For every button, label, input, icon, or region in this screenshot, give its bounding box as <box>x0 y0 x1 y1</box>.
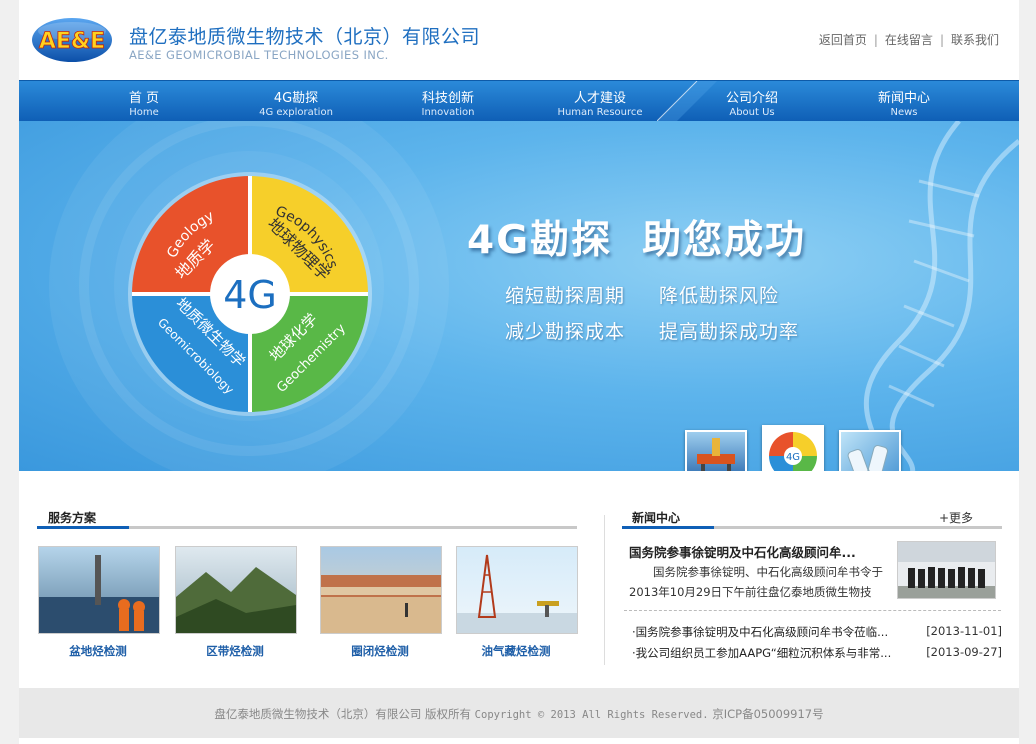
nav-label-cn: 4G勘探 <box>273 91 319 106</box>
nav-label-en: Home <box>129 107 159 118</box>
service-label-zone[interactable]: 区带烃检测 <box>175 643 295 659</box>
news-title-underline <box>622 526 1002 529</box>
service-label-trap[interactable]: 圈闭烃检测 <box>320 643 440 659</box>
service-image-trap[interactable] <box>320 546 442 634</box>
nav-label-cn: 首 页 <box>128 91 160 106</box>
slogan-right: 助您成功 <box>642 218 807 263</box>
link-contact[interactable]: 联系我们 <box>951 33 999 47</box>
nav-label-en: About Us <box>729 107 775 118</box>
mini-4g-wheel-icon: 4G <box>769 432 817 471</box>
link-home[interactable]: 返回首页 <box>819 33 867 47</box>
news-featured-title[interactable]: 国务院参事徐锭明及中石化高级顾问牟... <box>629 542 856 561</box>
service-label-basin[interactable]: 盆地烃检测 <box>38 643 158 659</box>
nav-4g-exploration[interactable]: 4G勘探 4G exploration <box>221 81 371 121</box>
news-title: 新闻中心 <box>632 511 681 525</box>
nav-label-en: News <box>890 107 918 118</box>
banner-sub-line: 缩短勘探周期 <box>505 285 626 307</box>
banner-thumb-4g[interactable]: 4G <box>762 425 824 471</box>
company-logo[interactable]: AE&E <box>31 17 113 63</box>
company-name-en: AE&E GEOMICROBIAL TECHNOLOGIES INC. <box>129 48 389 62</box>
service-label-reservoir[interactable]: 油气藏烃检测 <box>456 643 576 659</box>
nav-label-cn: 新闻中心 <box>877 91 930 106</box>
banner-sub-line: 提高勘探成功率 <box>659 321 800 343</box>
company-name-cn: 盘亿泰地质微生物技术（北京）有限公司 <box>129 26 481 48</box>
services-title-underline <box>37 526 577 529</box>
news-featured-summary: 国务院参事徐锭明、中石化高级顾问牟书令于2013年10月29日下午前往盘亿泰地质… <box>629 565 883 599</box>
nav-human-resource[interactable]: 人才建设 Human Resource <box>525 81 675 121</box>
banner-thumb-lab[interactable] <box>839 430 901 471</box>
service-image-zone[interactable] <box>175 546 297 634</box>
footer: 盘亿泰地质微生物技术（北京）有限公司 版权所有 Copyright © 2013… <box>19 688 1019 738</box>
services-title: 服务方案 <box>48 511 97 525</box>
trap-photo <box>321 575 441 633</box>
news-featured-image[interactable] <box>897 541 996 599</box>
group-photo <box>898 542 995 598</box>
link-message[interactable]: 在线留言 <box>885 33 933 47</box>
nav-label-en: Innovation <box>421 107 475 118</box>
nav-about-us[interactable]: 公司介绍 About Us <box>677 81 827 121</box>
nav-label-cn: 公司介绍 <box>725 91 778 106</box>
svg-text:4G: 4G <box>786 452 800 463</box>
news-list-item[interactable]: ·国务院参事徐锭明及中石化高级顾问牟书令莅临... [2013-11-01] <box>632 624 1002 640</box>
nav-news[interactable]: 新闻中心 News <box>829 81 979 121</box>
main-nav: 首 页 Home 4G勘探 4G exploration 科技创新 Innova… <box>19 80 1019 121</box>
logo-text: AE&E <box>39 29 105 54</box>
service-image-basin[interactable] <box>38 546 160 634</box>
news-more-link[interactable]: +更多 <box>939 509 973 526</box>
news-list-title[interactable]: ·国务院参事徐锭明及中石化高级顾问牟书令莅临... <box>632 625 888 639</box>
service-image-reservoir[interactable] <box>456 546 578 634</box>
lab-bottles-icon <box>847 445 888 471</box>
nav-label-cn: 人才建设 <box>573 91 626 106</box>
news-list-item[interactable]: ·我公司组织员工参加AAPG“细粒沉积体系与非常... [2013-09-27] <box>632 645 1002 661</box>
reservoir-photo <box>457 554 577 633</box>
nav-label-en: 4G exploration <box>259 107 333 118</box>
wheel-center-label: 4G <box>223 273 277 317</box>
nav-home[interactable]: 首 页 Home <box>69 81 219 121</box>
zone-photo <box>176 567 296 633</box>
basin-photo <box>39 555 159 633</box>
nav-innovation[interactable]: 科技创新 Innovation <box>373 81 523 121</box>
nav-label-cn: 科技创新 <box>421 91 474 106</box>
banner-sub-line: 减少勘探成本 <box>505 321 626 343</box>
news-dashed-divider <box>624 610 1001 611</box>
news-list-title[interactable]: ·我公司组织员工参加AAPG“细粒沉积体系与非常... <box>632 646 891 660</box>
footer-rights: Copyright © 2013 All Rights Reserved. <box>474 709 709 721</box>
column-divider <box>604 515 605 665</box>
nav-label-en: Human Resource <box>557 107 643 118</box>
top-links: 返回首页 | 在线留言 | 联系我们 <box>819 31 999 48</box>
news-list-date: [2013-09-27] <box>926 645 1002 659</box>
oil-platform-icon <box>697 438 735 471</box>
page: AE&E 盘亿泰地质微生物技术（北京）有限公司 AE&E GEOMICROBIA… <box>19 0 1019 744</box>
hero-banner: 4G Geology 地质学 Geophysics 地球物理学 地球化学 Geo… <box>19 121 1019 471</box>
news-list-date: [2013-11-01] <box>926 624 1002 638</box>
4g-wheel-diagram: 4G Geology 地质学 Geophysics 地球物理学 地球化学 Geo… <box>128 172 372 416</box>
separator: | <box>939 33 944 47</box>
banner-sub-line: 降低勘探风险 <box>659 285 780 307</box>
footer-company: 盘亿泰地质微生物技术（北京）有限公司 版权所有 <box>214 707 472 721</box>
footer-icp[interactable]: 京ICP备05009917号 <box>712 707 823 721</box>
separator: | <box>873 33 878 47</box>
header: AE&E 盘亿泰地质微生物技术（北京）有限公司 AE&E GEOMICROBIA… <box>19 0 1019 80</box>
slogan-left: 4G勘探 <box>467 218 613 263</box>
footer-copyright: 盘亿泰地质微生物技术（北京）有限公司 版权所有 Copyright © 2013… <box>19 706 1019 722</box>
banner-slogan: 4G勘探 助您成功 <box>467 209 806 265</box>
banner-thumb-oil-platform[interactable] <box>685 430 747 471</box>
